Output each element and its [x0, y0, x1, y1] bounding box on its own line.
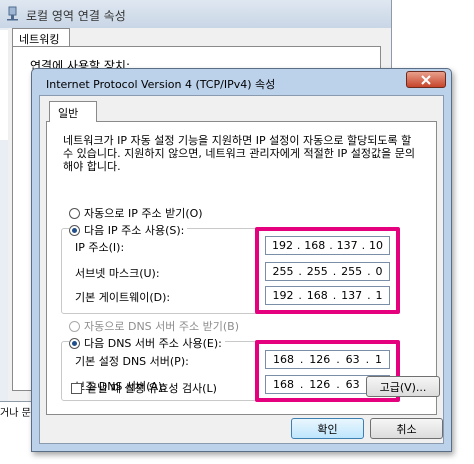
tab-general[interactable]: 일반: [49, 101, 97, 122]
dialog-title: Internet Protocol Version 4 (TCP/IPv4) 속…: [46, 78, 276, 91]
validate-label: 끝낼 때 설정 유효성 검사(L): [87, 382, 217, 395]
background-left-edge: [0, 30, 8, 140]
gateway-label: 기본 게이트웨이(D):: [75, 291, 171, 304]
dns-manual-label: 다음 DNS 서버 주소 사용(E):: [84, 337, 222, 350]
background-window-title: 로컬 영역 연결 속성: [26, 9, 126, 23]
radio-on-icon: [69, 337, 80, 349]
ok-button[interactable]: 확인: [291, 418, 364, 439]
ip-manual-radio[interactable]: 다음 IP 주소 사용(S):: [69, 222, 188, 238]
radio-on-icon: [69, 224, 80, 236]
radio-disabled-icon: [69, 320, 80, 332]
dns-manual-radio[interactable]: 다음 DNS 서버 주소 사용(E):: [69, 335, 225, 351]
checkbox-icon: [71, 382, 82, 394]
background-title-bar: 로컬 영역 연결 속성: [0, 0, 391, 28]
ip-address-label: IP 주소(I):: [75, 241, 125, 254]
advanced-button[interactable]: 고급(V)...: [366, 376, 440, 397]
dns-preferred-label: 기본 설정 DNS 서버(P):: [75, 355, 189, 368]
dns-auto-label: 자동으로 DNS 서버 주소 받기(B): [84, 320, 239, 333]
subnet-label: 서브넷 마스크(U):: [75, 267, 160, 280]
close-button[interactable]: [406, 71, 446, 88]
radio-off-icon: [69, 207, 80, 219]
validate-checkbox[interactable]: 끝낼 때 설정 유효성 검사(L): [71, 380, 217, 396]
dialog-client: 일반 네트워크가 IP 자동 설정 기능을 지원하면 IP 설정이 자동으로 할…: [39, 95, 444, 444]
ip-auto-radio[interactable]: 자동으로 IP 주소 받기(O): [69, 205, 203, 221]
cancel-button[interactable]: 취소: [370, 418, 443, 439]
tab-networking[interactable]: 네트워킹: [12, 28, 70, 46]
network-adapter-icon: [7, 6, 18, 21]
ipv4-properties-dialog: Internet Protocol Version 4 (TCP/IPv4) 속…: [31, 68, 452, 452]
close-icon: [421, 74, 431, 85]
description-text: 네트워크가 IP 자동 설정 기능을 지원하면 IP 설정이 자동으로 할당되도…: [63, 134, 415, 173]
general-panel: 네트워크가 IP 자동 설정 기능을 지원하면 IP 설정이 자동으로 할당되도…: [46, 121, 437, 415]
ip-highlight-box: [255, 227, 400, 314]
ip-auto-label: 자동으로 IP 주소 받기(O): [84, 207, 203, 220]
background-clipped-bottom-text: 거나 문: [0, 408, 31, 419]
ip-manual-label: 다음 IP 주소 사용(S):: [84, 224, 185, 237]
dns-auto-radio[interactable]: 자동으로 DNS 서버 주소 받기(B): [69, 318, 239, 334]
